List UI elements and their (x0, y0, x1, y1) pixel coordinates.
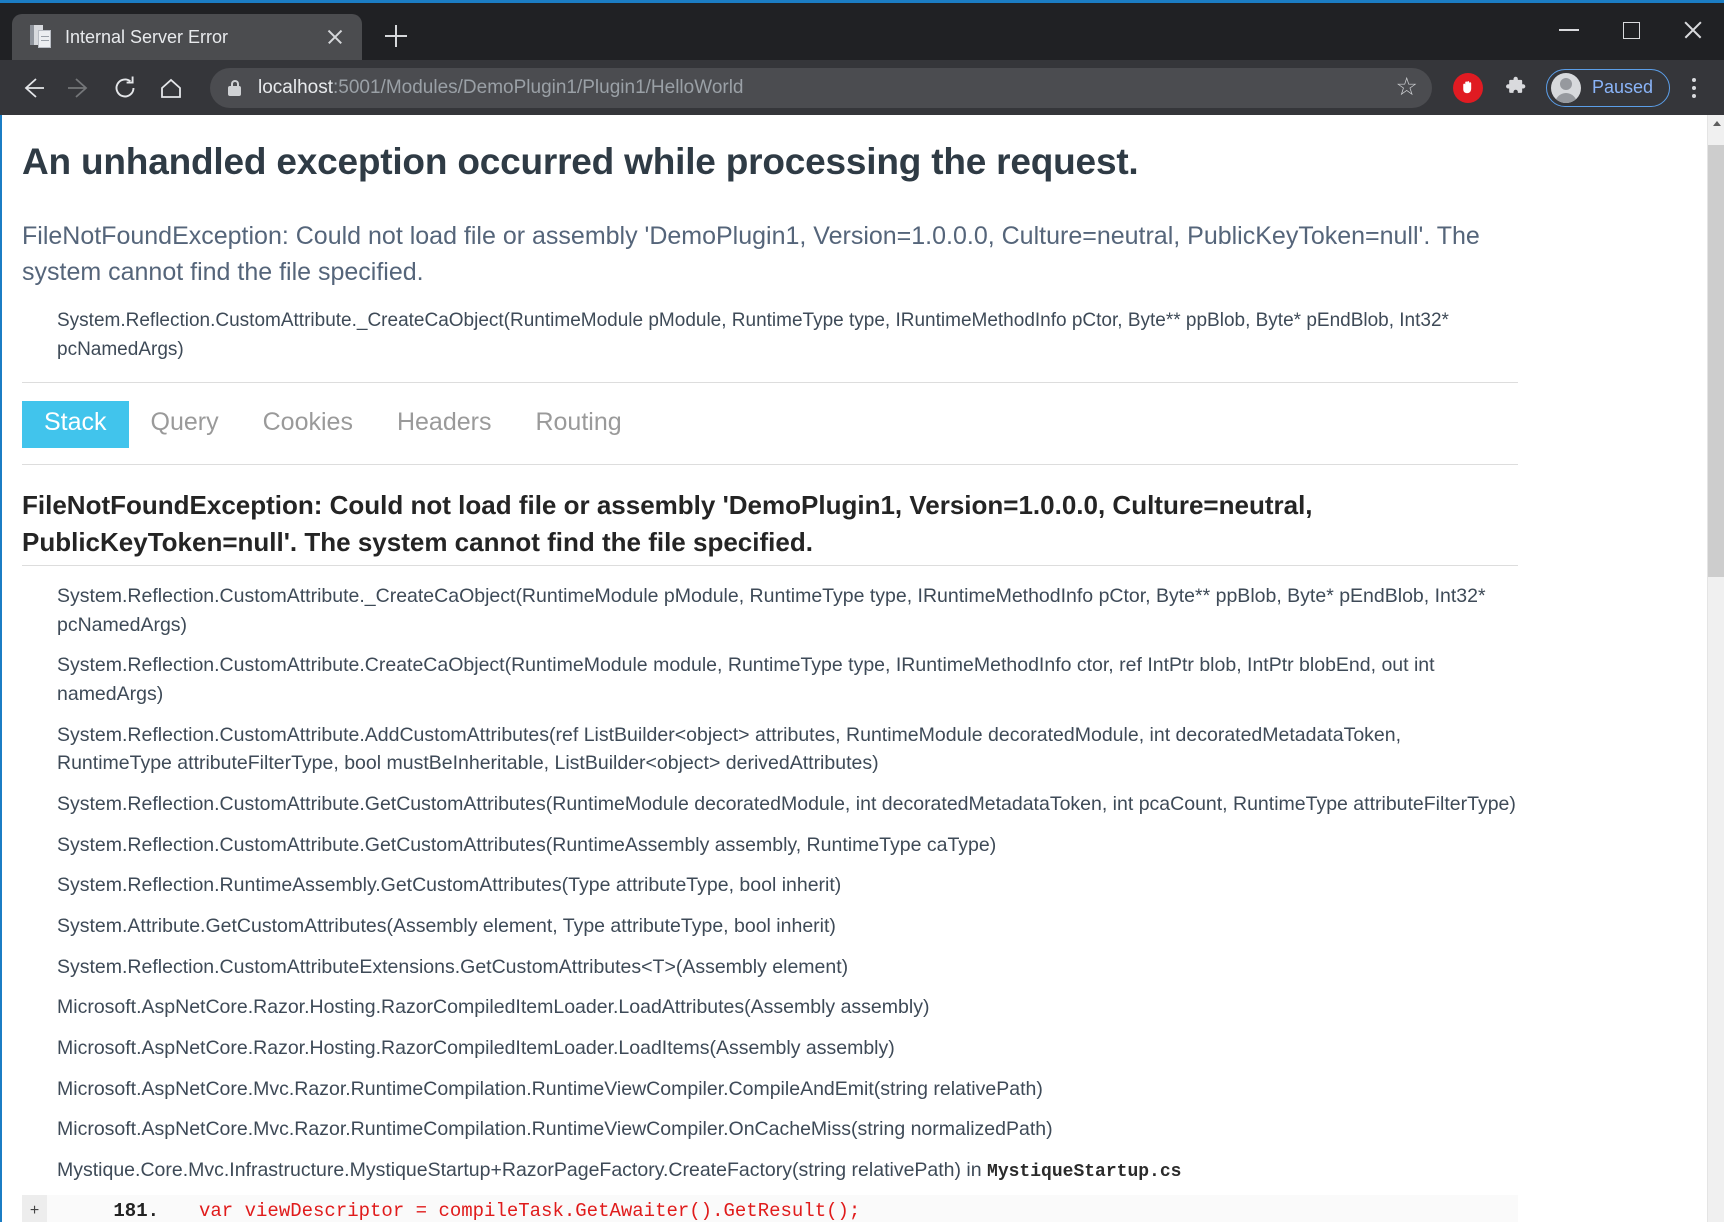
back-button[interactable] (12, 67, 54, 109)
source-code-line: + 181. var viewDescriptor = compileTask.… (22, 1195, 1518, 1222)
url-host: localhost (258, 77, 333, 98)
stack-frame: System.Reflection.CustomAttribute.AddCus… (22, 715, 1518, 784)
tab-query[interactable]: Query (129, 401, 241, 448)
exception-summary: FileNotFoundException: Could not load fi… (22, 218, 1518, 292)
page-title: An unhandled exception occurred while pr… (22, 141, 1518, 184)
stack-frame: Microsoft.AspNetCore.Razor.Hosting.Razor… (22, 987, 1518, 1028)
stack-frame: System.Reflection.CustomAttribute.Create… (22, 645, 1518, 714)
source-file-name: MystiqueStartup.cs (987, 1162, 1181, 1182)
stop-hand-glyph (1453, 73, 1483, 103)
url-path: :5001/Modules/DemoPlugin1/Plugin1/HelloW… (333, 77, 744, 98)
document-icon (30, 25, 52, 49)
address-bar-url: localhost:5001/Modules/DemoPlugin1/Plugi… (258, 77, 1386, 99)
window-minimize-button[interactable] (1538, 3, 1600, 57)
browser-window: Internal Server Error (0, 0, 1724, 1222)
browser-tab-title: Internal Server Error (65, 27, 314, 48)
window-maximize-button[interactable] (1600, 3, 1662, 57)
window-close-button[interactable] (1662, 3, 1724, 57)
tab-headers[interactable]: Headers (375, 401, 514, 448)
stack-exception-heading: FileNotFoundException: Could not load fi… (22, 465, 1518, 565)
stack-frame: System.Reflection.CustomAttribute.GetCus… (22, 784, 1518, 825)
window-controls (1538, 3, 1724, 57)
stop-hand-extension-icon[interactable] (1446, 66, 1490, 110)
tab-routing[interactable]: Routing (513, 401, 643, 448)
scroll-up-button[interactable] (1708, 115, 1724, 132)
stack-frame: System.Reflection.CustomAttribute.GetCus… (22, 825, 1518, 866)
source-line-number: 181. (52, 1200, 167, 1222)
stack-frame: System.Reflection.RuntimeAssembly.GetCus… (22, 865, 1518, 906)
stack-frame: Microsoft.AspNetCore.Razor.Hosting.Razor… (22, 1028, 1518, 1069)
page-scrollbar[interactable] (1707, 115, 1724, 1222)
forward-button[interactable] (58, 67, 100, 109)
profile-status-label: Paused (1592, 77, 1653, 98)
bookmark-star-icon[interactable]: ☆ (1396, 75, 1418, 100)
avatar (1551, 73, 1581, 103)
source-line-code: var viewDescriptor = compileTask.GetAwai… (167, 1200, 1518, 1222)
exception-top-frame: System.Reflection.CustomAttribute._Creat… (22, 307, 1518, 364)
browser-tab-strip: Internal Server Error (0, 3, 1724, 60)
stack-frame-list: System.Reflection.CustomAttribute._Creat… (22, 566, 1518, 1222)
stack-frame: Microsoft.AspNetCore.Mvc.Razor.RuntimeCo… (22, 1109, 1518, 1150)
error-page: An unhandled exception occurred while pr… (2, 115, 1707, 1222)
stack-frame-text: Mystique.Core.Mvc.Infrastructure.Mystiqu… (57, 1159, 987, 1181)
profile-chip[interactable]: Paused (1546, 69, 1670, 107)
page-viewport: An unhandled exception occurred while pr… (0, 115, 1724, 1222)
reload-button[interactable] (104, 67, 146, 109)
stack-frame: System.Reflection.CustomAttribute._Creat… (22, 576, 1518, 645)
address-bar[interactable]: localhost:5001/Modules/DemoPlugin1/Plugi… (210, 68, 1432, 108)
browser-tab[interactable]: Internal Server Error (12, 14, 362, 60)
kebab-menu-icon[interactable] (1676, 66, 1712, 110)
tab-close-icon[interactable] (322, 24, 348, 50)
tab-stack[interactable]: Stack (22, 401, 129, 448)
stack-frame-with-source: Mystique.Core.Mvc.Infrastructure.Mystiqu… (22, 1150, 1518, 1191)
stack-frame: System.Attribute.GetCustomAttributes(Ass… (22, 906, 1518, 947)
tab-cookies[interactable]: Cookies (241, 401, 375, 448)
stack-frame: Microsoft.AspNetCore.Mvc.Razor.RuntimeCo… (22, 1069, 1518, 1110)
expand-source-button[interactable]: + (22, 1195, 47, 1222)
browser-toolbar: localhost:5001/Modules/DemoPlugin1/Plugi… (0, 60, 1724, 115)
detail-tabs: Stack Query Cookies Headers Routing (22, 383, 1518, 464)
extensions-puzzle-icon[interactable] (1494, 66, 1538, 110)
home-button[interactable] (150, 67, 192, 109)
lock-icon (228, 80, 241, 96)
new-tab-button[interactable] (376, 16, 416, 56)
scrollbar-thumb[interactable] (1708, 145, 1724, 577)
stack-frame: System.Reflection.CustomAttributeExtensi… (22, 947, 1518, 988)
